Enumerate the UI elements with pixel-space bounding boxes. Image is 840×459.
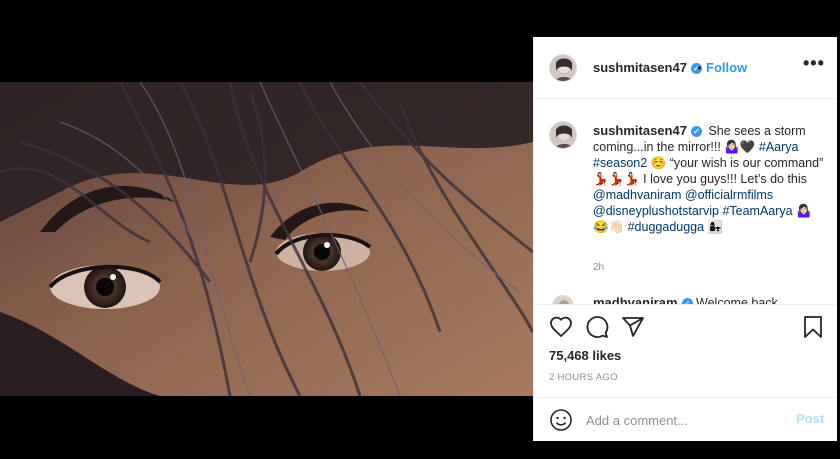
hashtag-link[interactable]: #TeamAarya [722, 204, 792, 218]
likes-count[interactable]: 75,468 likes [549, 348, 621, 363]
caption-avatar[interactable] [549, 121, 577, 149]
comment-avatar[interactable] [552, 295, 574, 304]
hashtag-link[interactable]: #duggadugga [628, 220, 704, 234]
photo-image [0, 82, 533, 396]
post-caption: sushmitasen47 ✓ She sees a storm coming..… [593, 123, 825, 235]
post-comment-button[interactable]: Post [796, 411, 824, 426]
action-bar [534, 304, 837, 345]
comment-input[interactable] [584, 408, 788, 432]
caption-username-text: sushmitasen47 [593, 123, 687, 138]
add-comment-bar: Post [534, 397, 837, 442]
avatar[interactable] [549, 54, 577, 82]
bookmark-icon[interactable] [801, 315, 825, 339]
emoji-icon[interactable] [549, 408, 573, 432]
more-options-icon[interactable]: ••• [803, 53, 825, 74]
mention-link[interactable]: @madhvaniram [593, 188, 681, 202]
username-text: sushmitasen47 [593, 60, 687, 75]
mention-link[interactable]: @disneyplushotstarvip [593, 204, 719, 218]
verified-badge-icon: ✓ [690, 126, 702, 137]
post-sidebar: sushmitasen47 ✓ • Follow ••• sushmitasen4… [533, 37, 837, 441]
post-photo[interactable] [0, 82, 533, 396]
header-username-link[interactable]: sushmitasen47 ✓ [593, 60, 702, 75]
follow-button[interactable]: Follow [706, 60, 747, 75]
heart-icon[interactable] [549, 315, 573, 339]
caption-age[interactable]: 2h [593, 262, 604, 273]
hashtag-link[interactable]: #Aarya [759, 140, 799, 154]
comment-item: madhvaniram ✓ Welcome back [593, 295, 778, 304]
caption-username-link[interactable]: sushmitasen47 ✓ [593, 123, 702, 138]
separator-dot: • [697, 60, 702, 75]
mention-link[interactable]: @officialrmfilms [685, 188, 773, 202]
caption-text-segment: 👩‍👧 [704, 220, 724, 234]
comments-area[interactable]: sushmitasen47 ✓ She sees a storm coming..… [534, 99, 837, 304]
share-icon[interactable] [621, 315, 645, 339]
comment-username-link[interactable]: madhvaniram [593, 295, 678, 304]
post-timestamp[interactable]: 2 HOURS AGO [549, 372, 618, 383]
hashtag-link[interactable]: #season2 [593, 156, 647, 170]
comment-text: Welcome back [696, 296, 778, 304]
comment-icon[interactable] [585, 315, 609, 339]
post-header: sushmitasen47 ✓ • Follow ••• [534, 37, 837, 99]
caption-text: She sees a storm coming...in the mirror!… [593, 124, 823, 234]
